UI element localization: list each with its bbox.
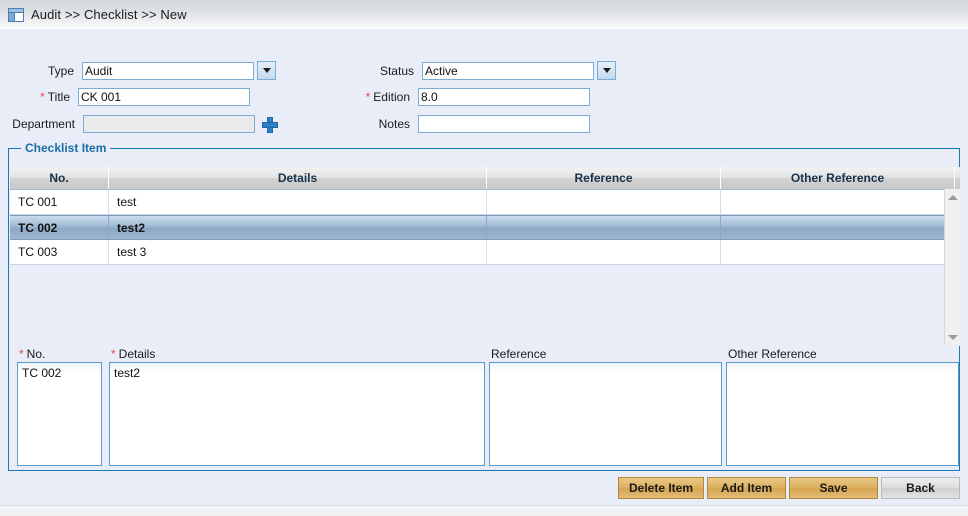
title-required-marker: * <box>40 90 45 104</box>
detail-other-reference-input[interactable] <box>726 362 959 466</box>
window-panel-icon <box>8 7 24 22</box>
edition-required-marker: * <box>365 90 371 104</box>
title-label: Title <box>47 90 70 104</box>
scroll-up-arrow-icon <box>947 194 958 200</box>
detail-details-label-wrap: * Details <box>109 346 485 362</box>
detail-field-other-reference: Other Reference <box>726 346 959 469</box>
cell-no: TC 003 <box>10 240 109 264</box>
field-status: Status <box>340 61 616 80</box>
detail-field-reference: Reference <box>489 346 722 469</box>
detail-no-required-marker: * <box>19 347 24 361</box>
checklist-item-legend: Checklist Item <box>21 141 111 155</box>
title-input[interactable] <box>78 88 250 106</box>
checklist-new-page: Audit >> Checklist >> New Type * Title D… <box>0 0 968 516</box>
breadcrumb: Audit >> Checklist >> New <box>31 7 187 22</box>
table-row[interactable]: TC 001 test <box>10 190 960 215</box>
status-input[interactable] <box>422 61 594 80</box>
chevron-down-icon <box>262 68 271 73</box>
cell-reference <box>487 240 721 264</box>
detail-other-reference-label: Other Reference <box>728 347 817 361</box>
detail-details-input[interactable] <box>109 362 485 466</box>
edition-label: Edition <box>373 90 410 104</box>
type-input[interactable] <box>82 61 254 80</box>
cell-no: TC 001 <box>10 190 109 214</box>
status-dropdown-button[interactable] <box>597 61 616 80</box>
column-header-reference[interactable]: Reference <box>487 167 721 189</box>
scroll-down-arrow-icon <box>947 334 958 340</box>
field-title: * Title <box>0 88 250 106</box>
scroll-up-button[interactable] <box>945 189 960 205</box>
cell-details: test 3 <box>109 240 487 264</box>
grid-vertical-scrollbar[interactable] <box>944 189 960 345</box>
grid-header-row: No. Details Reference Other Reference <box>10 167 960 190</box>
scroll-down-button[interactable] <box>945 329 960 345</box>
checklist-form: Type * Title Department Status * Edition <box>0 29 968 141</box>
column-header-details[interactable]: Details <box>109 167 487 189</box>
column-header-other-reference[interactable]: Other Reference <box>721 167 955 189</box>
delete-item-button[interactable]: Delete Item <box>618 477 704 499</box>
detail-reference-label-wrap: Reference <box>489 346 722 362</box>
plus-icon[interactable] <box>262 117 278 133</box>
checklist-item-fieldset: Checklist Item No. Details Reference Oth… <box>8 141 960 471</box>
cell-reference <box>487 190 721 214</box>
grid-body: TC 001 test TC 002 test2 TC 003 test 3 <box>10 190 960 346</box>
cell-other-reference <box>721 240 955 264</box>
notes-input[interactable] <box>418 115 590 133</box>
checklist-grid: No. Details Reference Other Reference TC… <box>10 167 960 346</box>
type-dropdown-button[interactable] <box>257 61 276 80</box>
column-header-spacer <box>955 167 960 189</box>
status-label: Status <box>379 63 414 78</box>
cell-no: TC 002 <box>10 216 109 239</box>
detail-other-reference-label-wrap: Other Reference <box>726 346 959 362</box>
save-button[interactable]: Save <box>789 477 878 499</box>
field-edition: * Edition <box>340 88 590 106</box>
detail-details-required-marker: * <box>111 347 116 361</box>
table-row[interactable]: TC 003 test 3 <box>10 240 960 265</box>
breadcrumb-bar: Audit >> Checklist >> New <box>0 0 968 29</box>
detail-reference-input[interactable] <box>489 362 722 466</box>
field-type: Type <box>0 61 276 80</box>
notes-label: Notes <box>378 117 410 131</box>
cell-details: test <box>109 190 487 214</box>
type-label: Type <box>47 63 74 78</box>
footer-strip <box>0 505 968 516</box>
cell-other-reference <box>721 190 955 214</box>
detail-no-label-wrap: * No. <box>17 346 102 362</box>
back-button[interactable]: Back <box>881 477 960 499</box>
detail-details-label: Details <box>118 347 156 361</box>
detail-field-details: * Details <box>109 346 485 469</box>
action-button-bar: Delete Item Add Item Save Back <box>0 477 968 505</box>
add-item-button[interactable]: Add Item <box>707 477 786 499</box>
detail-no-input[interactable] <box>17 362 102 466</box>
detail-field-no: * No. <box>17 346 102 469</box>
cell-details: test2 <box>109 216 487 239</box>
detail-reference-label: Reference <box>491 347 547 361</box>
column-header-no[interactable]: No. <box>10 167 109 189</box>
detail-no-label: No. <box>26 347 46 361</box>
item-detail-panel: * No. * Details Reference <box>10 346 960 470</box>
cell-reference <box>487 216 721 239</box>
table-row[interactable]: TC 002 test2 <box>10 215 960 240</box>
department-label: Department <box>12 117 75 131</box>
department-input[interactable] <box>83 115 255 133</box>
field-department: Department <box>0 115 278 133</box>
cell-other-reference <box>721 216 955 239</box>
field-notes: Notes <box>340 115 590 133</box>
edition-input[interactable] <box>418 88 590 106</box>
chevron-down-icon <box>602 68 611 73</box>
